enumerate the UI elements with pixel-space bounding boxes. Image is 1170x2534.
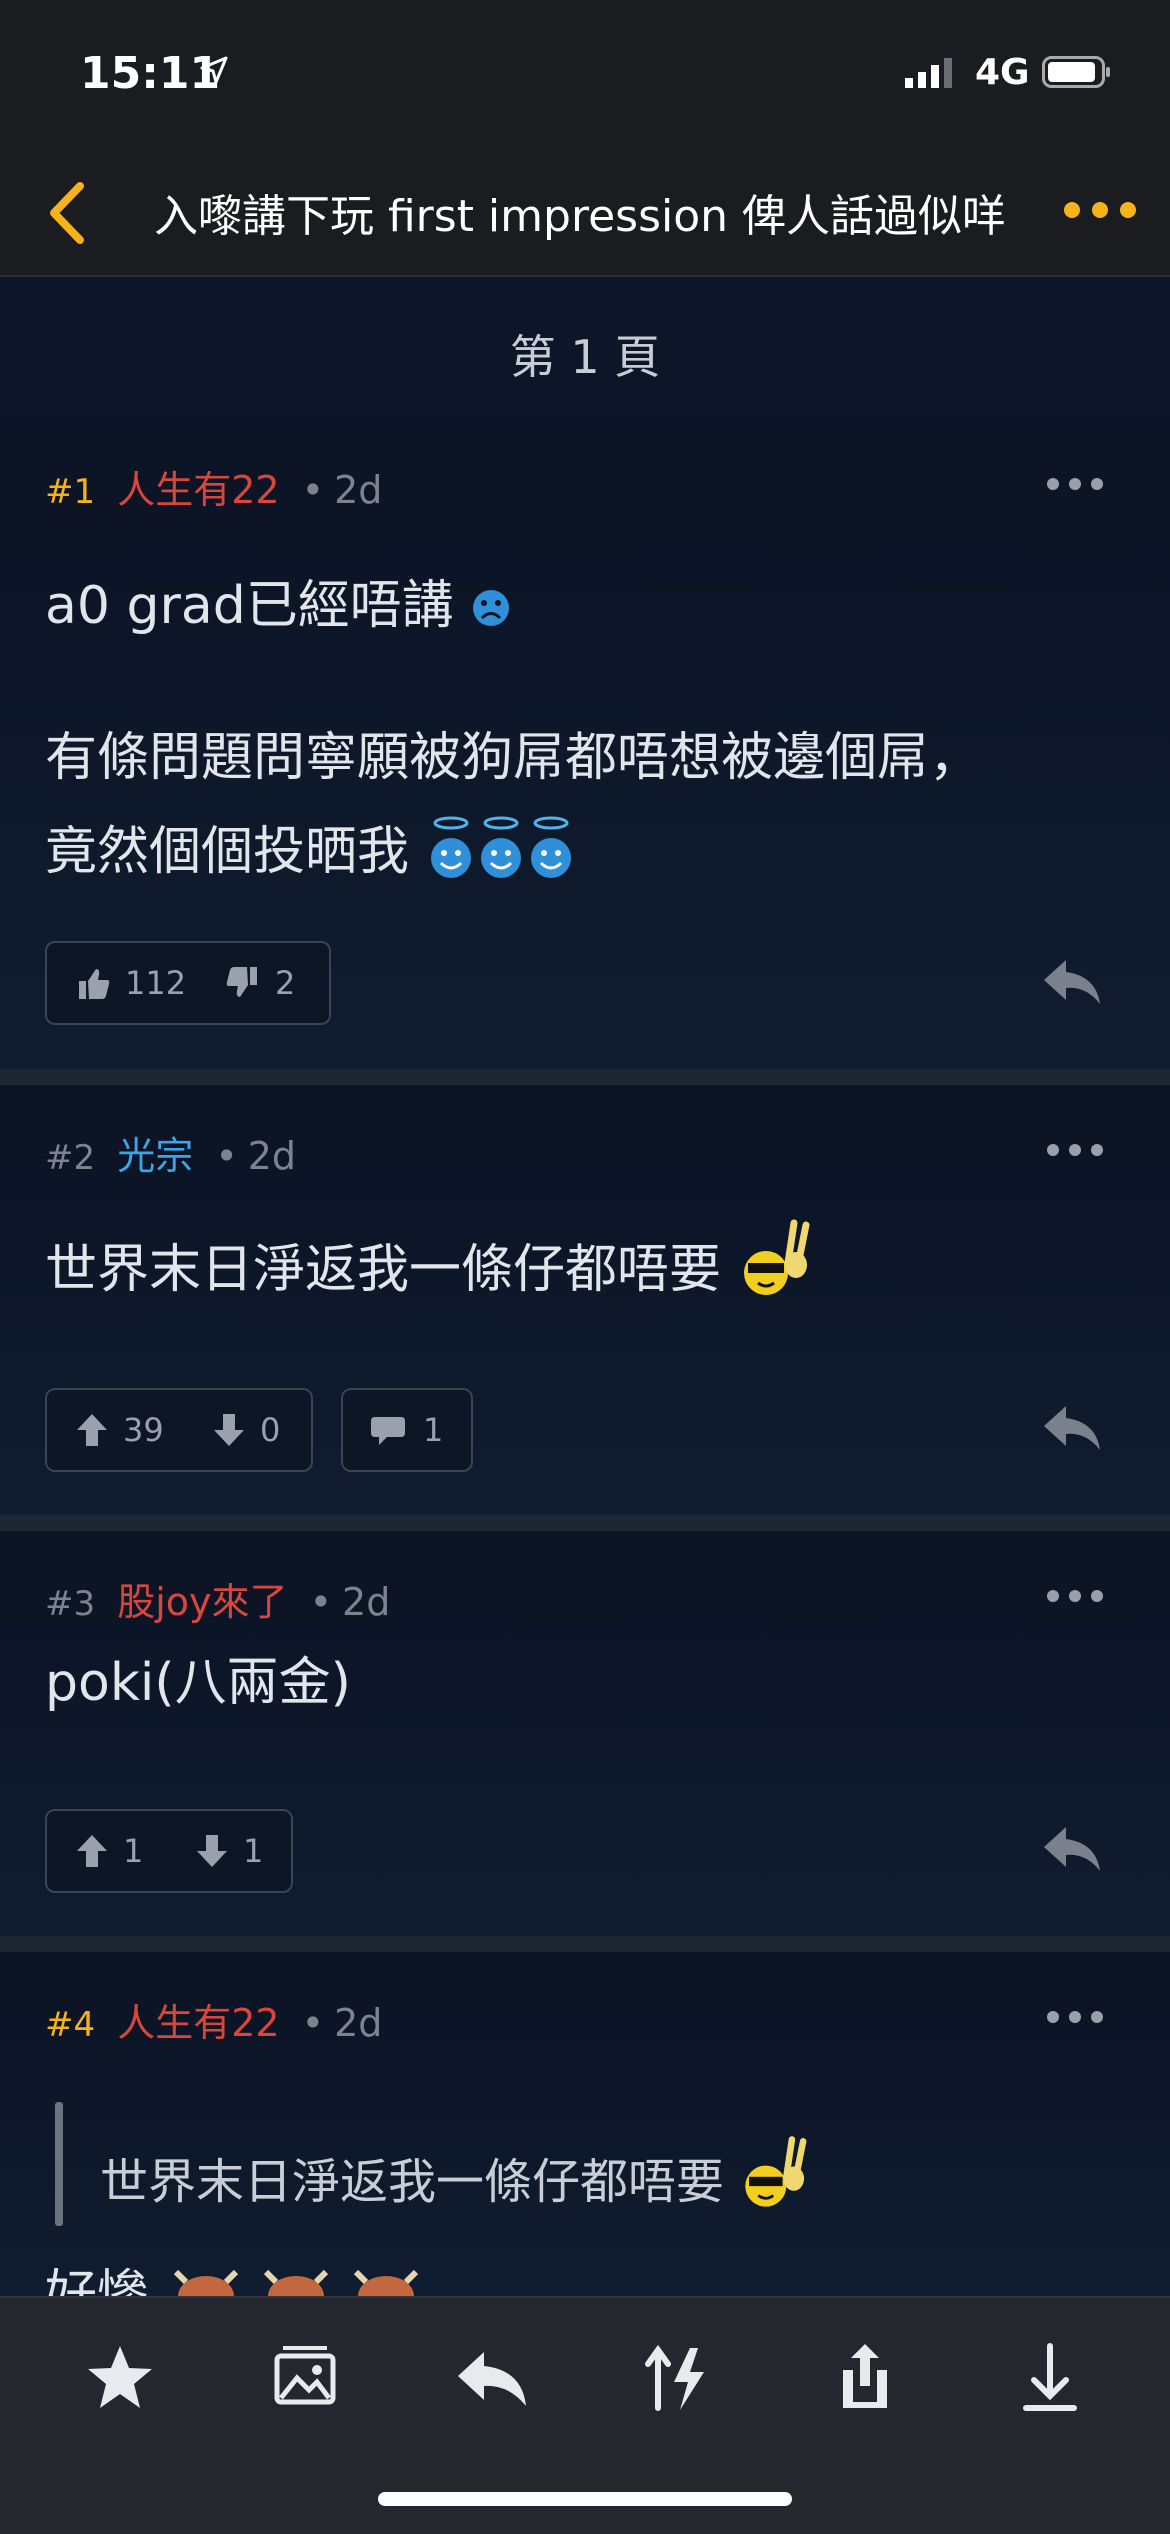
quoted-text-line: 世界末日淨返我一條仔都唔要 bbox=[100, 2132, 815, 2216]
post-options-icon[interactable] bbox=[1045, 1140, 1105, 1160]
post-4: #4 人生有22 • 2d 世界末日淨返我一條仔都唔要 好慘 bbox=[0, 1952, 1170, 2325]
angel-emoji-icon bbox=[430, 816, 571, 878]
post-options-icon[interactable] bbox=[1045, 2007, 1105, 2027]
post-username[interactable]: 股joy來了 bbox=[117, 1580, 287, 1624]
post-time: 2d bbox=[342, 1580, 391, 1624]
upvote-button[interactable]: 39 bbox=[75, 1390, 164, 1470]
battery-icon bbox=[1042, 56, 1110, 88]
post-number: #4 bbox=[45, 2005, 96, 2045]
rock-hand-emoji-icon bbox=[743, 1219, 810, 1295]
post-username[interactable]: 人生有22 bbox=[117, 468, 279, 512]
page-header: 第 1 頁 bbox=[0, 277, 1170, 419]
upvote-count: 39 bbox=[123, 1411, 164, 1449]
upvote-count: 1 bbox=[123, 1832, 144, 1870]
post-options-icon[interactable] bbox=[1045, 1586, 1105, 1606]
post-username[interactable]: 人生有22 bbox=[117, 2001, 279, 2045]
post-number: #3 bbox=[45, 1584, 96, 1624]
like-button[interactable]: 112 bbox=[75, 943, 186, 1023]
downvote-button[interactable]: 0 bbox=[212, 1390, 280, 1470]
post-time: 2d bbox=[334, 2001, 383, 2045]
status-bar: 15:11 4G bbox=[0, 0, 1170, 150]
separator-dot: • bbox=[309, 1580, 333, 1624]
dislike-button[interactable]: 2 bbox=[225, 943, 295, 1023]
post-username[interactable]: 光宗 bbox=[117, 1134, 193, 1178]
dislike-count: 2 bbox=[275, 964, 296, 1002]
vote-pill: 112 2 bbox=[45, 941, 331, 1025]
home-indicator[interactable] bbox=[378, 2492, 792, 2506]
signal-icon bbox=[905, 58, 952, 88]
rock-hand-emoji-icon bbox=[745, 2136, 807, 2207]
nav-bar: 入嚟講下玩 first impression 俾人話過似咩 bbox=[0, 150, 1170, 277]
post-text: poki(八兩金) bbox=[45, 1653, 351, 1713]
quote-bar bbox=[55, 2102, 63, 2226]
post-text-line: 世界末日淨返我一條仔都唔要 bbox=[45, 1215, 818, 1317]
vote-pill: 1 1 bbox=[45, 1809, 293, 1893]
post-header: #2 光宗 • 2d bbox=[45, 1125, 296, 1180]
like-count: 112 bbox=[125, 964, 187, 1002]
post-3: #3 股joy來了 • 2d poki(八兩金) 1 1 bbox=[0, 1531, 1170, 1936]
location-arrow-icon bbox=[200, 56, 228, 84]
comments-cell: 1 bbox=[371, 1390, 443, 1470]
quoted-text: 世界末日淨返我一條仔都唔要 bbox=[100, 2154, 725, 2210]
gallery-icon[interactable] bbox=[265, 2338, 345, 2418]
thread-title: 入嚟講下玩 first impression 俾人話過似咩 bbox=[153, 191, 1007, 242]
upvote-button[interactable]: 1 bbox=[75, 1811, 143, 1891]
reply-icon[interactable] bbox=[1040, 1821, 1104, 1877]
post-text: a0 grad已經唔講 bbox=[45, 576, 454, 636]
comment-icon bbox=[371, 1417, 405, 1445]
download-icon[interactable] bbox=[1010, 2338, 1090, 2418]
star-icon[interactable] bbox=[80, 2338, 160, 2418]
reply-icon[interactable] bbox=[1040, 954, 1104, 1010]
post-time: 2d bbox=[247, 1134, 297, 1178]
reply-icon[interactable] bbox=[452, 2338, 532, 2418]
vote-pill: 39 0 bbox=[45, 1388, 313, 1472]
post-text-line: 竟然個個投晒我 bbox=[45, 805, 576, 899]
post-divider bbox=[0, 1069, 1170, 1085]
network-type: 4G bbox=[975, 52, 1030, 93]
separator-dot: • bbox=[301, 2001, 325, 2045]
downvote-count: 1 bbox=[243, 1832, 264, 1870]
post-text: 有條問題問寧願被狗屌都唔想被邊個屌， bbox=[45, 728, 982, 788]
separator-dot: • bbox=[215, 1134, 238, 1178]
arrow-down-icon bbox=[197, 1835, 227, 1867]
thumbs-down-icon bbox=[226, 967, 257, 997]
post-number: #1 bbox=[45, 472, 96, 512]
separator-dot: • bbox=[301, 468, 325, 512]
share-icon[interactable] bbox=[825, 2338, 905, 2418]
reply-icon[interactable] bbox=[1040, 1400, 1104, 1456]
page-label: 第 1 頁 bbox=[509, 330, 661, 384]
post-options-icon[interactable] bbox=[1045, 474, 1105, 494]
post-number: #2 bbox=[45, 1138, 96, 1178]
comment-count: 1 bbox=[423, 1411, 444, 1449]
post-header: #1 人生有22 • 2d bbox=[45, 459, 382, 514]
post-header: #4 人生有22 • 2d bbox=[45, 1992, 382, 2047]
arrow-up-icon bbox=[77, 1835, 107, 1867]
more-dots-icon[interactable] bbox=[1060, 190, 1140, 230]
post-divider bbox=[0, 1515, 1170, 1531]
post-header: #3 股joy來了 • 2d bbox=[45, 1571, 390, 1626]
post-divider bbox=[0, 1936, 1170, 1952]
downvote-count: 0 bbox=[260, 1411, 281, 1449]
chevron-left-icon[interactable] bbox=[40, 178, 100, 248]
post-time: 2d bbox=[334, 468, 383, 512]
post-2: #2 光宗 • 2d 世界末日淨返我一條仔都唔要 39 0 1 bbox=[0, 1085, 1170, 1515]
arrow-down-icon bbox=[214, 1414, 244, 1446]
post-1: #1 人生有22 • 2d a0 grad已經唔講 有條問題問寧願被狗屌都唔想被邊… bbox=[0, 419, 1170, 1069]
comments-button[interactable]: 1 bbox=[341, 1388, 473, 1472]
post-text-line: a0 grad已經唔講 bbox=[45, 559, 512, 653]
downvote-button[interactable]: 1 bbox=[195, 1811, 263, 1891]
thumbs-up-icon bbox=[79, 969, 110, 999]
post-text: 世界末日淨返我一條仔都唔要 bbox=[45, 1240, 722, 1300]
sad-face-emoji-icon bbox=[473, 590, 510, 626]
arrow-up-icon bbox=[77, 1414, 107, 1446]
post-text: 竟然個個投晒我 bbox=[45, 822, 410, 882]
sort-icon[interactable] bbox=[638, 2338, 718, 2418]
